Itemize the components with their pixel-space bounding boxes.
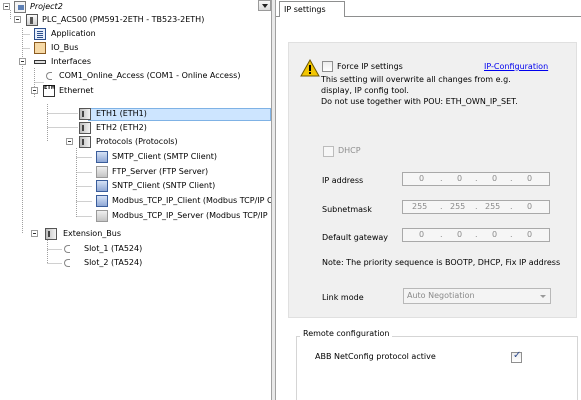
tree-item-label: Ethernet [59, 86, 94, 95]
tree-item-label: Project2 [30, 2, 63, 11]
application-icon [34, 28, 46, 40]
tree-item-extension-bus[interactable]: Extension_Bus [0, 227, 260, 241]
ip-configuration-link[interactable]: IP-Configuration [484, 62, 548, 71]
subnetmask-label: Subnetmask [322, 205, 372, 214]
ip-address-label: IP address [322, 176, 364, 185]
tree-dropdown-button[interactable] [258, 0, 271, 11]
subnetmask-field[interactable]: 255 . 255 . 255 . 0 [402, 200, 550, 214]
protocol-icon [96, 151, 108, 163]
tree-item-smtp-client[interactable]: SMTP_Client (SMTP Client) [0, 150, 260, 164]
collapse-icon[interactable] [14, 16, 21, 23]
collapse-icon[interactable] [3, 3, 10, 10]
tree-item-slot2[interactable]: Slot_2 (TA524) [0, 256, 260, 270]
protocol-icon [96, 166, 108, 178]
tree-item-plc[interactable]: PLC_AC500 (PM591-2ETH - TB523-2ETH) [0, 13, 260, 27]
dhcp-label: DHCP [338, 146, 361, 155]
tree-item-label: SMTP_Client (SMTP Client) [112, 152, 218, 161]
tree-item-label: IO_Bus [51, 43, 79, 52]
tree-item-label: PLC_AC500 (PM591-2ETH - TB523-2ETH) [42, 15, 205, 24]
link-mode-value: Auto Negotiation [407, 291, 475, 300]
remote-configuration-group: ABB NetConfig protocol active [296, 336, 578, 400]
tree-item-eth2[interactable]: ETH2 (ETH2) [0, 121, 260, 135]
tree-item-protocols[interactable]: Protocols (Protocols) [0, 135, 260, 149]
tree-item-label: Interfaces [51, 57, 91, 66]
tree-item-application[interactable]: Application [0, 27, 260, 41]
default-gateway-field[interactable]: 0 . 0 . 0 . 0 [402, 228, 550, 242]
dhcp-checkbox[interactable] [323, 146, 334, 157]
tree-item-ftp-server[interactable]: FTP_Server (FTP Server) [0, 165, 260, 179]
tab-strip-line [345, 16, 581, 17]
tree-item-label: COM1_Online_Access (COM1 - Online Access… [59, 71, 241, 80]
module-icon [79, 108, 91, 120]
collapse-icon[interactable] [31, 230, 38, 237]
tree-item-label: Modbus_TCP_IP_Client (Modbus TCP/IP C [112, 196, 271, 205]
tree-item-ethernet[interactable]: ETH Ethernet [0, 84, 260, 98]
tree-item-com1[interactable]: COM1_Online_Access (COM1 - Online Access… [0, 69, 260, 83]
tree-item-label: Slot_1 (TA524) [84, 244, 143, 253]
slot-icon [62, 243, 74, 255]
tree-item-label: ETH2 (ETH2) [96, 123, 147, 132]
slot-icon [62, 257, 74, 269]
link-mode-select[interactable]: Auto Negotiation [403, 288, 551, 304]
warning-text-line2: display, IP config tool. [321, 86, 409, 95]
force-ip-label: Force IP settings [337, 62, 403, 71]
tree-item-label: ETH1 (ETH1) [96, 109, 147, 118]
abb-netconfig-checkbox[interactable] [511, 350, 522, 363]
interfaces-icon [34, 56, 46, 68]
project-icon [14, 1, 26, 13]
serial-port-icon [44, 70, 56, 82]
tree-item-label: Protocols (Protocols) [96, 137, 178, 146]
ethernet-icon: ETH [43, 85, 55, 97]
force-ip-checkbox[interactable] [322, 61, 333, 72]
tree-item-label: Extension_Bus [63, 229, 121, 238]
ip-settings-panel: Force IP settings IP-Configuration This … [288, 42, 577, 318]
tree-item-slot1[interactable]: Slot_1 (TA524) [0, 242, 260, 256]
tree-item-label: SNTP_Client (SNTP Client) [112, 181, 216, 190]
default-gateway-label: Default gateway [322, 233, 388, 242]
tree-item-project[interactable]: Project2 [0, 0, 260, 14]
tree-item-eth1[interactable]: ETH1 (ETH1) [0, 107, 260, 121]
priority-note: Note: The priority sequence is BOOTP, DH… [322, 258, 561, 267]
chevron-down-icon [540, 295, 546, 298]
plc-icon [26, 14, 38, 26]
link-mode-label: Link mode [322, 293, 364, 302]
remote-configuration-title: Remote configuration [300, 329, 393, 338]
warning-text-line3: Do not use together with POU: ETH_OWN_IP… [321, 97, 518, 106]
tree-item-label: Application [51, 29, 96, 38]
tree-item-label: Modbus_TCP_IP_Server (Modbus TCP/IP [112, 211, 268, 220]
warning-text-line1: This setting will overwrite all changes … [321, 75, 511, 84]
collapse-icon[interactable] [66, 138, 73, 145]
tree-item-modbus-server[interactable]: Modbus_TCP_IP_Server (Modbus TCP/IP [0, 209, 271, 223]
protocol-icon [96, 210, 108, 222]
device-tree[interactable]: Project2 PLC_AC500 (PM591-2ETH - TB523-2… [0, 0, 271, 400]
protocol-icon [96, 180, 108, 192]
tree-item-io-bus[interactable]: IO_Bus [0, 41, 260, 55]
device-editor: IP settings Force IP settings IP-Configu… [276, 0, 581, 400]
abb-netconfig-label: ABB NetConfig protocol active [315, 352, 436, 361]
warning-icon [300, 59, 320, 77]
collapse-icon[interactable] [19, 58, 26, 65]
tab-ip-settings[interactable]: IP settings [279, 1, 345, 17]
collapse-icon[interactable] [31, 87, 38, 94]
io-bus-icon [34, 42, 46, 54]
tree-item-modbus-client[interactable]: Modbus_TCP_IP_Client (Modbus TCP/IP C [0, 194, 271, 208]
ip-address-field[interactable]: 0 . 0 . 0 . 0 [402, 172, 550, 186]
tree-item-sntp-client[interactable]: SNTP_Client (SNTP Client) [0, 179, 260, 193]
module-icon [79, 122, 91, 134]
protocol-icon [96, 195, 108, 207]
tree-item-interfaces[interactable]: Interfaces [0, 55, 260, 69]
tree-item-label: Slot_2 (TA524) [84, 258, 143, 267]
tree-item-label: FTP_Server (FTP Server) [112, 167, 209, 176]
module-icon [79, 136, 91, 148]
module-icon [45, 228, 57, 240]
